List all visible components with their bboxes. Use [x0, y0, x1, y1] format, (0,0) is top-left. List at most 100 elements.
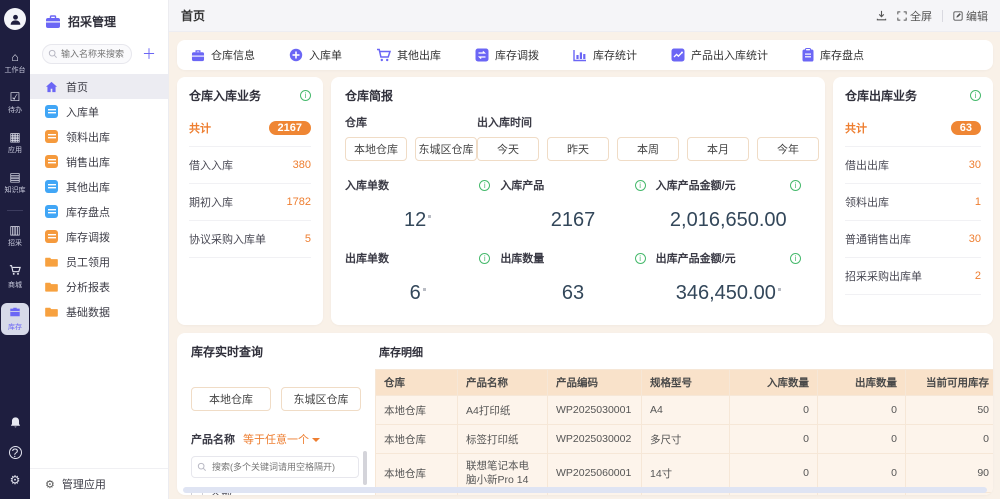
transfer-icon [475, 48, 489, 62]
table-title: 库存明细 [379, 344, 985, 360]
quicklink-other-outbound[interactable]: 其他出库 [376, 47, 441, 63]
stat-row: 借入入库 380 [189, 147, 311, 184]
manage-apps-button[interactable]: ⚙ 管理应用 [30, 468, 168, 499]
horizontal-scrollbar[interactable] [183, 487, 987, 493]
sidebar-item-employee-use[interactable]: 员工领用 [30, 249, 168, 274]
info-icon[interactable] [635, 180, 646, 191]
info-icon[interactable] [790, 253, 801, 264]
download-icon [876, 10, 887, 21]
notifications-bell-icon[interactable] [9, 416, 22, 432]
operator-dropdown[interactable]: 等于任意一个 [243, 431, 320, 447]
info-icon[interactable] [635, 253, 646, 264]
edit-label: 编辑 [966, 8, 988, 24]
info-icon[interactable] [479, 253, 490, 264]
rail-item-knowledge[interactable]: ▤ 知识库 [1, 168, 29, 198]
edit-button[interactable]: 编辑 [953, 8, 988, 24]
warehouse-filter-button[interactable]: 东城区仓库 [415, 137, 477, 161]
rail-item-inventory[interactable]: 库存 [1, 303, 29, 335]
add-button[interactable]: ＋ [140, 47, 158, 61]
sidebar-menu: 首页 入库单 领料出库 销售出库 [30, 74, 168, 468]
product-search-input[interactable] [191, 456, 359, 478]
breadcrumb: 首页 [181, 7, 205, 24]
folder-icon [45, 305, 58, 318]
sidebar-item-label: 分析报表 [66, 279, 110, 295]
help-icon[interactable]: ? [9, 446, 22, 459]
warehouse-filter-button[interactable]: 东城区仓库 [281, 387, 361, 411]
sidebar-item-material-outbound[interactable]: 领料出库 [30, 124, 168, 149]
warehouse-filter-label: 仓库 [345, 114, 477, 130]
stat-row: 协议采购入库单 5 [189, 221, 311, 258]
quicklink-stocktake[interactable]: 库存盘点 [802, 47, 864, 63]
quicklink-stock-transfer[interactable]: 库存调拨 [475, 47, 539, 63]
edit-pencil-icon [953, 11, 963, 21]
fullscreen-button[interactable]: 全屏 [897, 8, 932, 24]
quicklink-product-io-stats[interactable]: 产品出入库统计 [671, 47, 768, 63]
rail-item-label: 应用 [8, 146, 22, 155]
col-product-code: 产品编码 [548, 370, 642, 396]
time-filter-month[interactable]: 本月 [687, 137, 749, 161]
kpi-inbound-orders: 入库单数 12 [345, 177, 500, 246]
sidebar-item-base-data[interactable]: 基础数据 [30, 299, 168, 324]
info-icon[interactable] [970, 90, 981, 101]
fullscreen-icon [897, 11, 907, 21]
sidebar-item-analysis-report[interactable]: 分析报表 [30, 274, 168, 299]
total-badge: 2167 [269, 121, 311, 135]
sidebar-item-inbound-order[interactable]: 入库单 [30, 99, 168, 124]
stat-row-total: 共计 63 [845, 110, 981, 147]
stat-row: 普通销售出库 30 [845, 221, 981, 258]
stat-label: 领料出库 [845, 194, 889, 210]
settings-gear-icon[interactable]: ⚙ [10, 473, 21, 487]
sidebar-item-stock-transfer[interactable]: 库存调拨 [30, 224, 168, 249]
app-sidebar: 招采管理 ＋ 首页 入库单 [30, 0, 169, 499]
quicklinks-toolbar: 仓库信息 入库单 其他出库 [177, 40, 993, 70]
warehouse-filter-button[interactable]: 本地仓库 [345, 137, 407, 161]
rail-item-mall[interactable]: 商城 [1, 261, 29, 293]
info-icon[interactable] [479, 180, 490, 191]
user-avatar[interactable] [4, 8, 26, 30]
knowledge-icon: ▤ [9, 171, 20, 184]
field-label: 产品名称 [191, 431, 235, 447]
document-icon [45, 205, 58, 218]
quicklink-inbound-order[interactable]: 入库单 [289, 47, 342, 63]
quicklink-warehouse-info[interactable]: 仓库信息 [191, 47, 255, 63]
info-icon[interactable] [790, 180, 801, 191]
sidebar-item-label: 基础数据 [66, 304, 110, 320]
sidebar-item-other-outbound[interactable]: 其他出库 [30, 174, 168, 199]
kpi-value: 6 [345, 282, 490, 305]
rail-item-workbench[interactable]: ⌂ 工作台 [1, 48, 29, 78]
rail-item-todo[interactable]: ☑ 待办 [1, 88, 29, 118]
sidebar-item-home[interactable]: 首页 [30, 74, 168, 99]
sidebar-item-stocktake[interactable]: 库存盘点 [30, 199, 168, 224]
sidebar-item-label: 首页 [66, 79, 88, 95]
app-title: 招采管理 [68, 13, 116, 30]
options-scrollbar[interactable] [363, 451, 367, 485]
panel-title: 仓库简报 [345, 87, 393, 104]
table-row: 本地仓库 A4打印纸 WP2025030001 A4 0 0 50 25 [376, 396, 994, 425]
time-filter-yesterday[interactable]: 昨天 [547, 137, 609, 161]
stat-label: 共计 [845, 120, 867, 136]
info-icon[interactable] [300, 90, 311, 101]
warehouse-filter-button[interactable]: 本地仓库 [191, 387, 271, 411]
todo-icon: ☑ [10, 91, 21, 104]
sidebar-item-sales-outbound[interactable]: 销售出库 [30, 149, 168, 174]
rail-item-label: 知识库 [5, 186, 26, 195]
rail-item-apps[interactable]: ▦ 应用 [1, 128, 29, 158]
time-filter-week[interactable]: 本周 [617, 137, 679, 161]
inbound-business-panel: 仓库入库业务 共计 2167 借入入库 380 期初入库 [177, 77, 323, 325]
col-available-stock: 当前可用库存 [906, 370, 994, 396]
time-filter-today[interactable]: 今天 [477, 137, 539, 161]
sidebar-item-label: 库存调拨 [66, 229, 110, 245]
quicklink-stock-stats[interactable]: 库存统计 [573, 47, 637, 63]
kpi-inbound-amount: 入库产品金额/元 2,016,650.00 [656, 177, 811, 246]
sidebar-item-label: 其他出库 [66, 179, 110, 195]
manage-apps-label: 管理应用 [62, 476, 106, 492]
search-icon [48, 49, 58, 59]
download-button[interactable] [876, 10, 887, 21]
rail-item-procurement[interactable]: ▥ 招采 [1, 221, 29, 251]
query-filters: 库存实时查询 本地仓库 东城区仓库 产品名称 等于任意一个 [177, 333, 373, 495]
time-filter-year[interactable]: 今年 [757, 137, 819, 161]
kpi-label: 入库产品金额/元 [656, 177, 736, 193]
realtime-stock-query-panel: 库存实时查询 本地仓库 东城区仓库 产品名称 等于任意一个 [177, 333, 993, 495]
quicklink-label: 库存调拨 [495, 47, 539, 63]
kpi-value: 346,450.00 [656, 282, 801, 305]
